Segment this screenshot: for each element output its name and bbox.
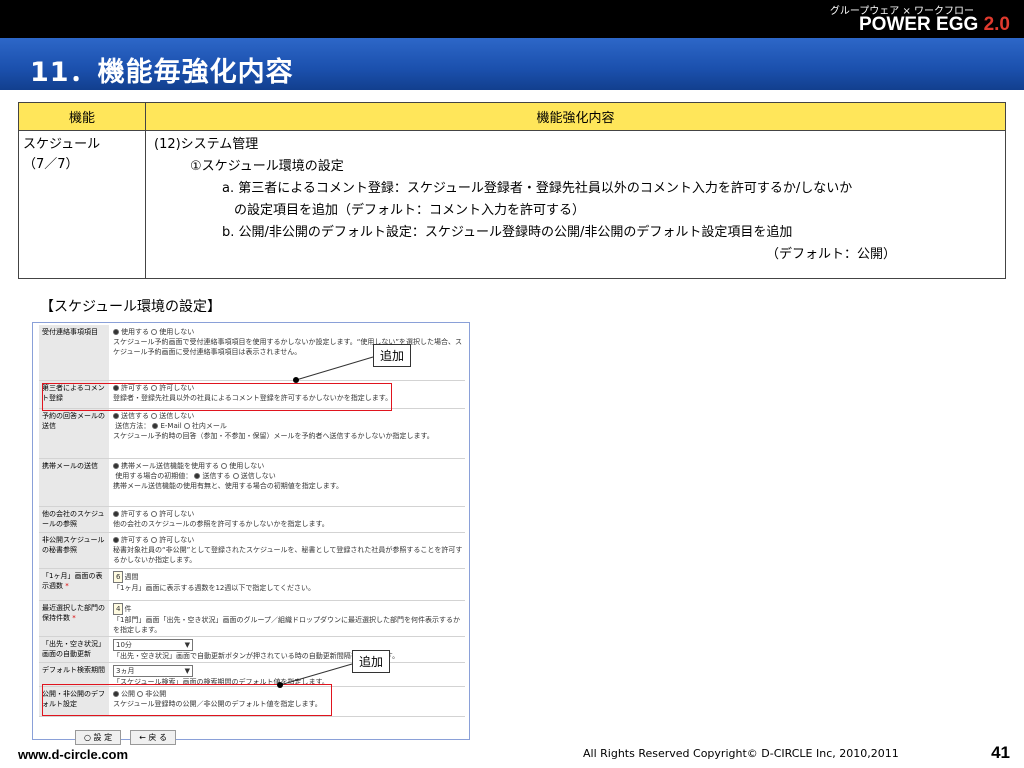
footer-url[interactable]: www.d-circle.com bbox=[18, 747, 128, 762]
connector-dot bbox=[293, 377, 299, 383]
connector-dot bbox=[277, 682, 283, 688]
connector-line bbox=[279, 663, 353, 686]
connector-line bbox=[295, 356, 374, 381]
footer-copyright: All Rights Reserved Copyright© D-CIRCLE … bbox=[583, 747, 899, 760]
callout-connectors bbox=[279, 356, 374, 686]
callout-added: 追加 bbox=[352, 650, 391, 673]
page-number: 41 bbox=[991, 743, 1010, 762]
callout-added: 追加 bbox=[373, 344, 412, 367]
